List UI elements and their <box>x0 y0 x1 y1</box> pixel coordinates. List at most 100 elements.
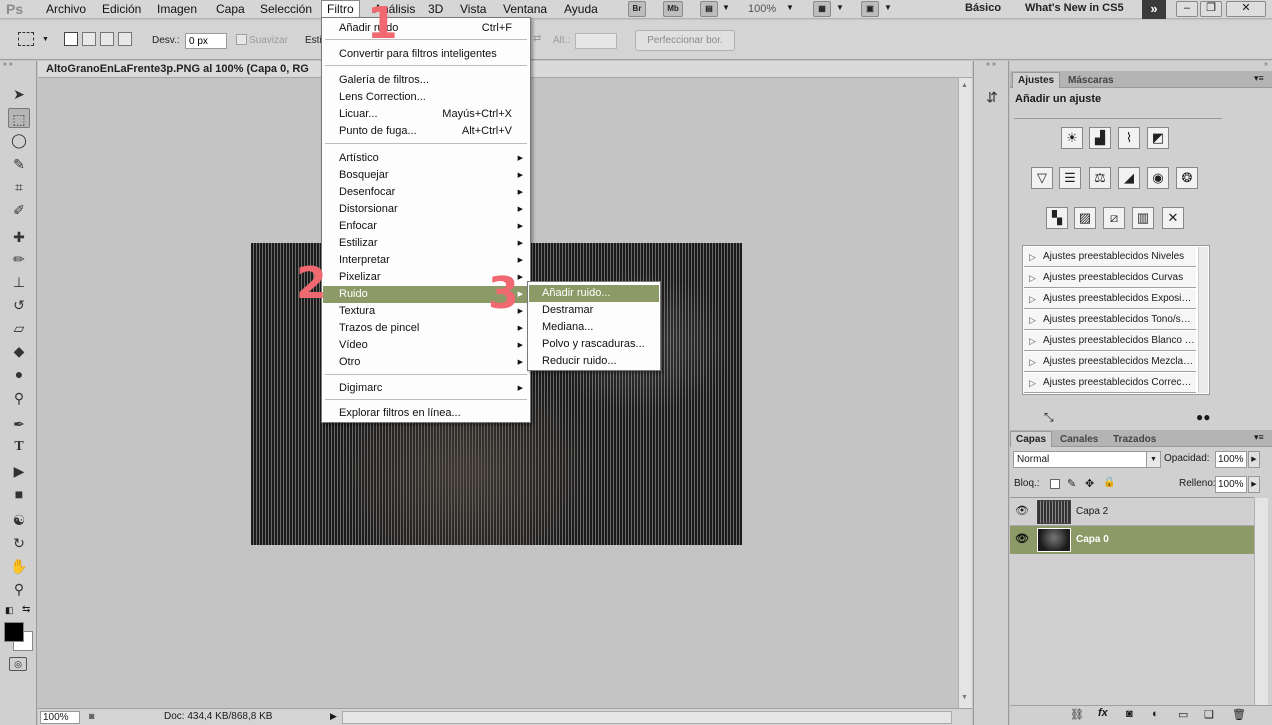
panel-menu-icon[interactable]: ▾≡ <box>1254 73 1264 84</box>
channel-mixer-icon[interactable]: ❂ <box>1176 167 1198 189</box>
opacity-input[interactable]: 100% <box>1215 451 1247 468</box>
menu-item-licuar[interactable]: Licuar... Mayús+Ctrl+X <box>323 106 529 123</box>
panel-menu-icon[interactable]: ▾≡ <box>1254 432 1264 443</box>
menu-item-otro[interactable]: Otro ▶ <box>323 354 529 371</box>
preset-exposicion[interactable]: ▷ Ajustes preestablecidos Exposición <box>1024 289 1196 309</box>
menu-item-desenfocar[interactable]: Desenfocar ▶ <box>323 184 529 201</box>
arrange-documents-icon[interactable]: ▦ <box>813 1 831 17</box>
selective-color-icon[interactable]: ✕ <box>1162 207 1184 229</box>
fill-input[interactable]: 100% <box>1215 476 1247 493</box>
eye-icon[interactable]: 👁 <box>1014 504 1030 518</box>
lock-position-icon[interactable]: ✥ <box>1085 477 1094 490</box>
type-tool-icon[interactable]: T <box>8 437 30 457</box>
healing-brush-tool-icon[interactable]: ✚ <box>8 227 30 247</box>
levels-icon[interactable]: ▟ <box>1089 127 1111 149</box>
menu-capa[interactable]: Capa <box>211 0 250 18</box>
path-selection-tool-icon[interactable]: ▶ <box>8 461 30 481</box>
tab-canales[interactable]: Canales <box>1054 431 1104 447</box>
marquee-tool-icon[interactable]: ⬚ <box>8 108 30 128</box>
tab-capas[interactable]: Capas <box>1010 431 1053 447</box>
menu-item-estilizar[interactable]: Estilizar ▶ <box>323 235 529 252</box>
menu-item-distorsionar[interactable]: Distorsionar ▶ <box>323 201 529 218</box>
posterize-icon[interactable]: ▨ <box>1074 207 1096 229</box>
chevron-down-icon[interactable]: ▼ <box>42 36 49 43</box>
dodge-tool-icon[interactable]: ⚲ <box>8 388 30 408</box>
eyedropper-tool-icon[interactable]: ✐ <box>8 200 30 220</box>
new-layer-icon[interactable]: ❑ <box>1204 708 1214 721</box>
layers-scrollbar[interactable] <box>1254 498 1268 705</box>
antialias-checkbox[interactable] <box>236 34 247 45</box>
menu-item-punto-fuga[interactable]: Punto de fuga... Alt+Ctrl+V <box>323 123 529 140</box>
menu-item-enfocar[interactable]: Enfocar ▶ <box>323 218 529 235</box>
add-selection-icon[interactable] <box>82 32 96 46</box>
layer-style-icon[interactable]: fx <box>1098 707 1108 719</box>
clone-stamp-tool-icon[interactable]: ⊥ <box>8 272 30 292</box>
lock-transparency-icon[interactable] <box>1050 479 1060 489</box>
history-brush-tool-icon[interactable]: ↺ <box>8 295 30 315</box>
menu-item-convertir-filtros[interactable]: Convertir para filtros inteligentes <box>323 46 529 63</box>
chevron-down-icon[interactable]: ▼ <box>722 3 730 12</box>
scroll-down-icon[interactable]: ▼ <box>961 694 968 701</box>
menu-archivo[interactable]: Archivo <box>41 0 91 18</box>
preset-mezclador[interactable]: ▷Ajustes preestablecidos Mezclador de ca… <box>1024 352 1196 372</box>
preset-niveles[interactable]: ▷ Ajustes preestablecidos Niveles <box>1024 247 1196 267</box>
expand-icon[interactable]: « » <box>974 61 1008 69</box>
mini-bridge-button[interactable]: Mb <box>663 1 683 17</box>
submenu-item-destramar[interactable]: Destramar <box>529 302 659 319</box>
fill-slider-arrow-icon[interactable]: ▶ <box>1248 476 1260 493</box>
hand-tool-icon[interactable]: ✋ <box>8 556 30 576</box>
new-group-icon[interactable]: ▭ <box>1178 708 1188 721</box>
threshold-icon[interactable]: ⧄ <box>1103 207 1125 229</box>
link-layers-icon[interactable]: ⛓ <box>1070 708 1084 721</box>
quick-mask-icon[interactable]: ◎ <box>9 657 27 671</box>
status-arrow-icon[interactable]: ▶ <box>330 711 337 722</box>
crop-tool-icon[interactable]: ⌗ <box>8 177 30 197</box>
tab-ajustes[interactable]: Ajustes <box>1012 72 1061 88</box>
photo-filter-icon[interactable]: ◉ <box>1147 167 1169 189</box>
blend-mode-select[interactable]: Normal ▼ <box>1013 451 1161 468</box>
chevron-down-icon[interactable]: ▼ <box>786 3 794 12</box>
gradient-map-icon[interactable]: ▥ <box>1132 207 1154 229</box>
exposure-icon[interactable]: ◩ <box>1147 127 1169 149</box>
bridge-button[interactable]: Br <box>628 1 646 17</box>
intersect-selection-icon[interactable] <box>118 32 132 46</box>
screen-mode-icon[interactable]: ▣ <box>861 1 879 17</box>
chevron-down-icon[interactable]: ▼ <box>884 3 892 12</box>
marquee-preset-icon[interactable] <box>18 32 34 46</box>
menu-ventana[interactable]: Ventana <box>498 0 552 18</box>
menu-vista[interactable]: Vista <box>455 0 491 18</box>
scroll-up-icon[interactable]: ▲ <box>961 82 968 89</box>
menu-item-trazos-pincel[interactable]: Trazos de pincel ▶ <box>323 320 529 337</box>
preset-correccion-selectiva[interactable]: ▷Ajustes preestablecidos Corrección sele… <box>1024 373 1196 393</box>
clip-to-layer-icon[interactable]: ●● <box>1196 410 1211 424</box>
blur-tool-icon[interactable]: ● <box>8 364 30 384</box>
preset-blanco-negro[interactable]: ▷Ajustes preestablecidos Blanco y negro <box>1024 331 1196 351</box>
more-workspaces-icon[interactable]: » <box>1142 0 1166 19</box>
menu-seleccion[interactable]: Selección <box>255 0 317 18</box>
menu-item-artistico[interactable]: Artístico ▶ <box>323 150 529 167</box>
menu-item-bosquejar[interactable]: Bosquejar ▶ <box>323 167 529 184</box>
invert-icon[interactable]: ▚ <box>1046 207 1068 229</box>
refine-edge-button[interactable]: Perfeccionar bor. <box>635 30 735 51</box>
hue-saturation-icon[interactable]: ☰ <box>1059 167 1081 189</box>
eye-icon[interactable]: 👁 <box>1014 532 1030 546</box>
menu-filtro[interactable]: Filtro <box>321 0 360 18</box>
rectangle-tool-icon[interactable]: ■ <box>8 484 30 504</box>
menu-item-lens-correction[interactable]: Lens Correction... <box>323 89 529 106</box>
subtract-selection-icon[interactable] <box>100 32 114 46</box>
status-zoom-field[interactable]: 100% <box>40 711 80 724</box>
brightness-contrast-icon[interactable]: ☀ <box>1061 127 1083 149</box>
3d-rotate-tool-icon[interactable]: ☯ <box>8 510 30 530</box>
lock-pixels-icon[interactable]: ✎ <box>1067 477 1076 490</box>
brush-tool-icon[interactable]: ✏ <box>8 249 30 269</box>
chevron-down-icon[interactable]: ▼ <box>1146 452 1160 467</box>
submenu-item-polvo-rascaduras[interactable]: Polvo y rascaduras... <box>529 336 659 353</box>
delete-layer-icon[interactable]: 🗑 <box>1232 708 1246 721</box>
menu-item-digimarc[interactable]: Digimarc ▶ <box>323 380 529 397</box>
layer-row-selected[interactable]: 👁 Capa 0 <box>1010 526 1254 554</box>
panel-collapse-icon[interactable]: » <box>1010 61 1272 70</box>
tab-mascaras[interactable]: Máscaras <box>1062 72 1120 88</box>
zoom-tool-icon[interactable]: ⚲ <box>8 579 30 599</box>
menu-item-interpretar[interactable]: Interpretar ▶ <box>323 252 529 269</box>
status-info-icon[interactable]: ◙ <box>89 711 94 721</box>
